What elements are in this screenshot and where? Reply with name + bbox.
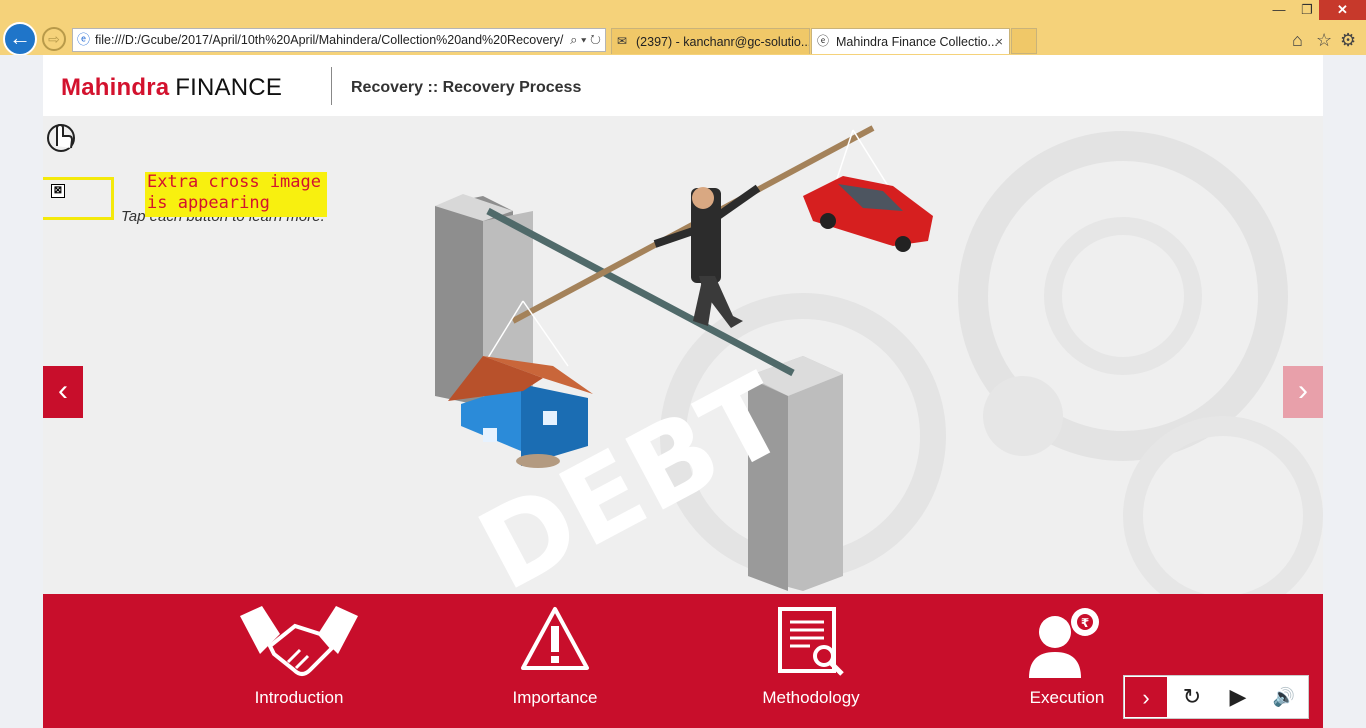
tab-close-icon[interactable]: × (995, 29, 1003, 54)
annotation-label: Extra cross image is appearing (145, 172, 327, 217)
menu-methodology[interactable]: Methodology (721, 594, 901, 728)
header-divider (331, 67, 332, 105)
favorites-star-icon[interactable]: ☆ (1316, 30, 1332, 50)
play-icon[interactable]: ▶ (1216, 676, 1260, 718)
sound-icon[interactable]: 🔊 (1262, 676, 1306, 718)
menu-importance[interactable]: Importance (465, 594, 645, 728)
menu-label: Importance (512, 688, 598, 707)
menu-label: Introduction (254, 688, 344, 707)
bg-circle (1044, 217, 1202, 375)
tap-hand-icon (47, 123, 75, 152)
course-page: Mahindra FINANCE Recovery :: Recovery Pro… (43, 55, 1323, 728)
red-car (803, 129, 933, 252)
tab-mail[interactable]: ✉ (2397) - kanchanr@gc-solutio... (611, 28, 810, 54)
settings-gear-icon[interactable]: ⚙ (1340, 30, 1356, 50)
ie-icon: ⓔ (77, 32, 91, 47)
previous-slide-button[interactable]: ‹ (43, 366, 83, 418)
address-text: file:///D:/Gcube/2017/April/10th%20April… (95, 33, 564, 47)
page-title: Recovery :: Recovery Process (351, 79, 582, 96)
next-button[interactable]: › (1124, 676, 1168, 718)
document-search-icon (778, 607, 844, 676)
tab-mahindra[interactable]: ⓔ Mahindra Finance Collectio... × (811, 28, 1010, 54)
mahindra-finance-logo: Mahindra FINANCE (61, 74, 282, 102)
menu-introduction[interactable]: Introduction (209, 594, 389, 728)
tab-label: Mahindra Finance Collectio... (836, 35, 998, 49)
menu-label: Methodology (762, 688, 860, 707)
tab-label: (2397) - kanchanr@gc-solutio... (636, 35, 810, 49)
person-gear-icon: ₹ (1029, 608, 1099, 678)
maximize-button[interactable]: ❐ (1294, 0, 1320, 20)
page-margin-left (0, 55, 43, 728)
address-bar[interactable]: ⓔ file:///D:/Gcube/2017/April/10th%20Apr… (72, 28, 606, 52)
tightrope (486, 207, 795, 377)
forward-button[interactable]: ⇨ (42, 27, 66, 51)
new-tab-button[interactable] (1011, 28, 1037, 54)
mail-icon: ✉ (617, 34, 628, 48)
man-head (692, 187, 714, 209)
man-arm (715, 184, 761, 220)
page-header: Mahindra FINANCE Recovery :: Recovery Pro… (43, 55, 1323, 116)
ie-icon: ⓔ (817, 34, 830, 48)
close-window-button[interactable]: ✕ (1319, 0, 1366, 20)
bg-circle (983, 376, 1063, 456)
man-leg (693, 276, 715, 326)
home-icon[interactable]: ⌂ (1292, 30, 1303, 50)
illustration-stage: DEBT ⊠ Tap Extra cross image is appearin… (43, 116, 1323, 594)
broken-image-close-icon[interactable]: ⊠ (51, 184, 65, 198)
logo-suffix: FINANCE (175, 74, 283, 101)
bg-circle (1123, 416, 1323, 594)
player-controls: › ↻ ▶ 🔊 (1123, 675, 1309, 719)
svg-text:₹: ₹ (1081, 616, 1089, 630)
replay-icon[interactable]: ↻ (1170, 676, 1214, 718)
warning-icon (521, 607, 589, 670)
search-refresh-icons[interactable]: ⌕ ▾ ↻ (570, 29, 601, 51)
handshake-icon (240, 606, 358, 676)
browser-chrome: ← ⇨ ⓔ file:///D:/Gcube/2017/April/10th%2… (0, 0, 1366, 56)
back-button[interactable]: ← (3, 22, 37, 56)
next-slide-button[interactable]: › (1283, 366, 1323, 418)
page-margin-right (1323, 55, 1366, 728)
logo-brand: Mahindra (61, 74, 170, 101)
minimize-button[interactable]: — (1264, 0, 1294, 20)
